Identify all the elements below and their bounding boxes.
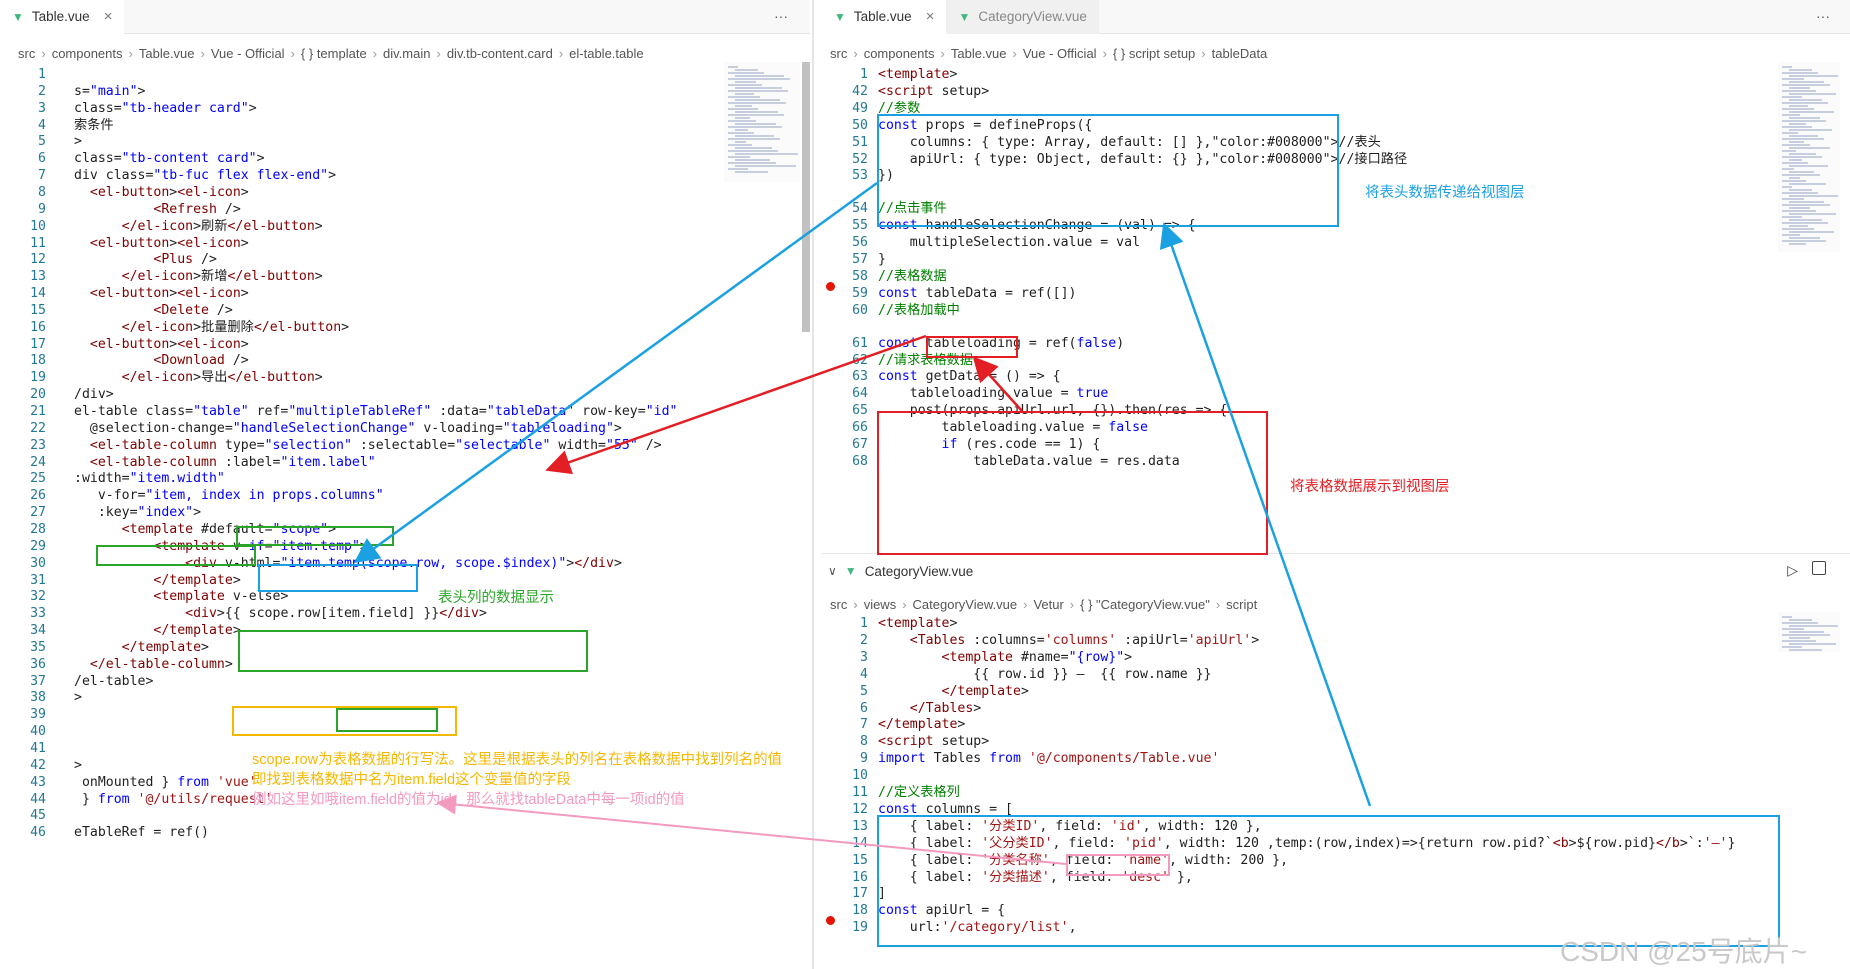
arrow-field-to-explain [436,794,1067,865]
annotation-arrows [353,181,1372,865]
breakpoint-icon[interactable] [826,282,835,291]
arrow-tabledata-to-data [545,334,927,475]
arrow-columns-to-props [1159,222,1372,807]
watermark: CSDN @25号底片~ [1560,936,1808,967]
arrow-getdata-to-tabledata [972,356,1023,412]
breakpoint-icon[interactable] [826,916,835,925]
arrow-props-to-width [353,181,878,563]
